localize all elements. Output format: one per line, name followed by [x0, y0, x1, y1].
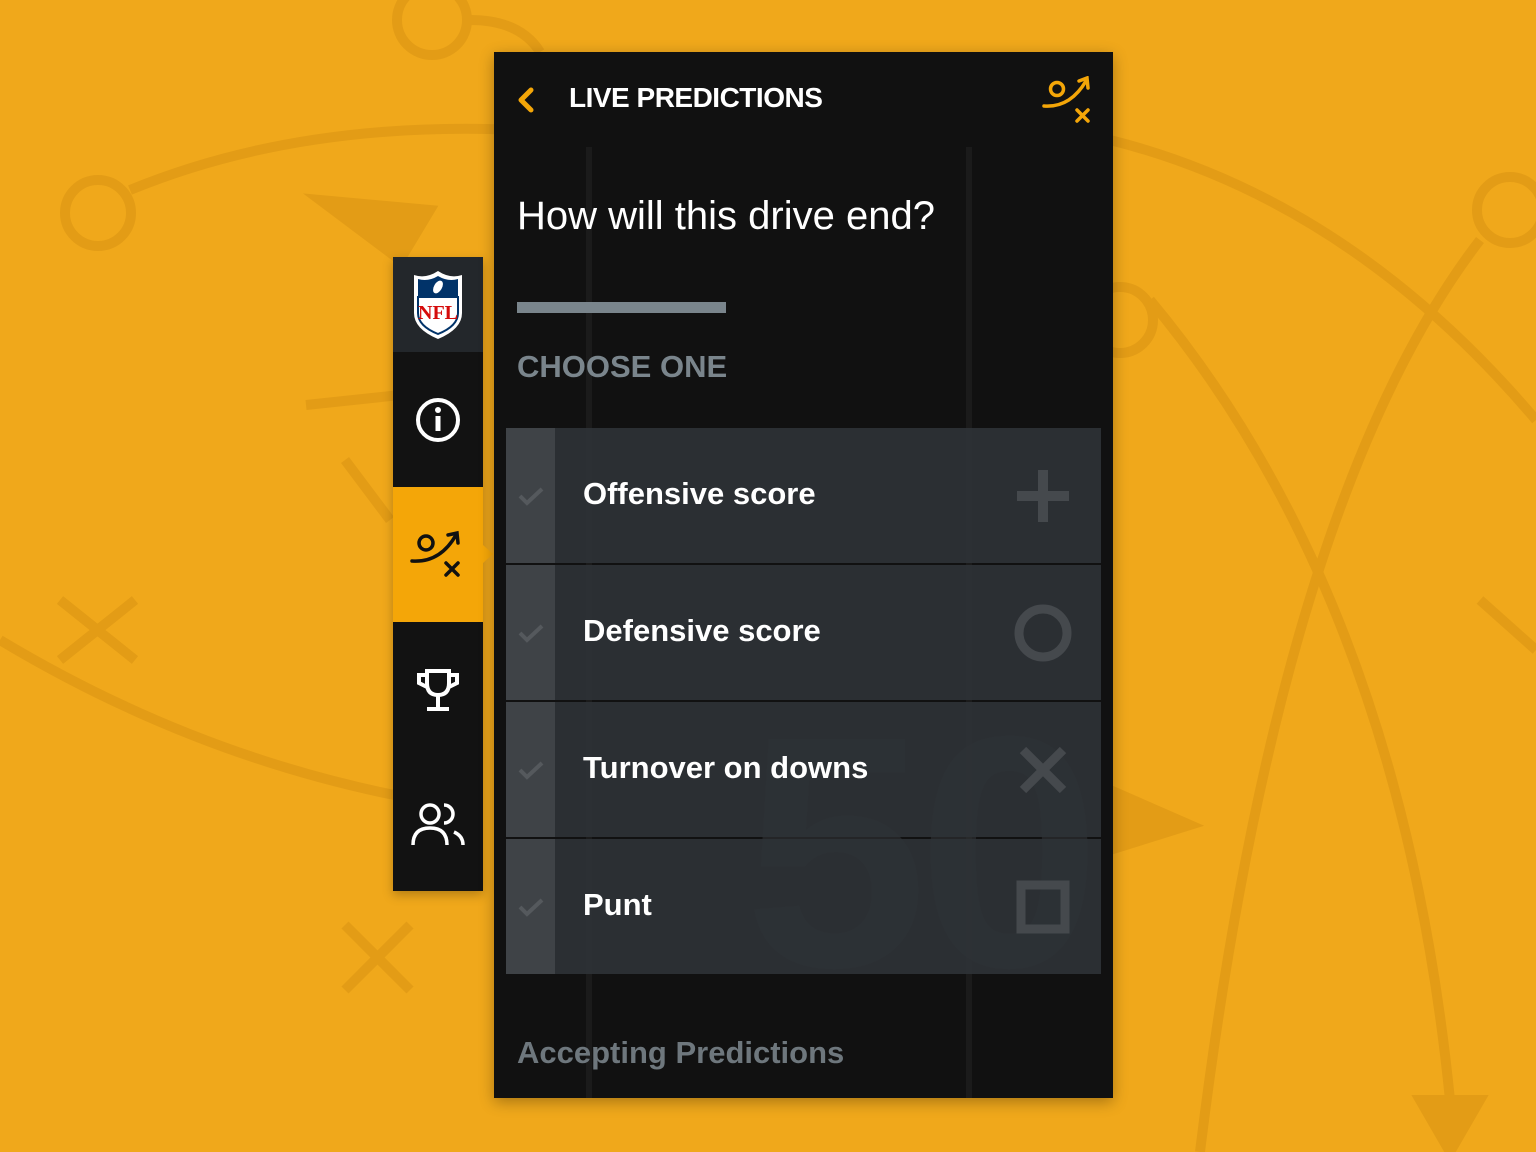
x-icon: [1019, 746, 1067, 794]
option-label: Offensive score: [583, 476, 816, 511]
progress-bar: [517, 302, 726, 313]
chevron-left-icon: [518, 87, 534, 113]
circle-icon: [1014, 604, 1072, 662]
live-predictions-panel: LIVE PREDICTIONS How will this drive end…: [494, 52, 1113, 1098]
sidebar-item-trophy[interactable]: [393, 622, 483, 757]
option-label: Defensive score: [583, 613, 821, 648]
active-indicator: [483, 545, 493, 563]
nfl-logo-text: NFL: [418, 302, 458, 324]
friends-icon: [411, 803, 465, 846]
trophy-icon: [417, 668, 459, 711]
playbook-button[interactable]: [1042, 75, 1096, 131]
nfl-logo: NFL: [414, 270, 462, 339]
playbook-icon: [1042, 75, 1090, 123]
choose-label: CHOOSE ONE: [517, 349, 728, 384]
option-turnover-on-downs[interactable]: Turnover on downs: [506, 702, 1101, 837]
square-icon: [1016, 880, 1070, 934]
check-icon: [518, 624, 543, 643]
question-text: How will this drive end?: [517, 194, 935, 238]
info-icon: [416, 397, 460, 442]
sidebar-item-friends[interactable]: [393, 757, 483, 891]
sidebar: NFL: [393, 257, 493, 891]
check-icon: [518, 761, 543, 780]
sidebar-item-info[interactable]: [393, 352, 483, 487]
check-icon: [518, 487, 543, 506]
plus-icon: [1017, 470, 1069, 522]
back-button[interactable]: [516, 86, 536, 119]
option-offensive-score[interactable]: Offensive score: [506, 428, 1101, 563]
option-label: Turnover on downs: [583, 750, 869, 785]
check-icon: [518, 898, 543, 917]
sidebar-item-nfl[interactable]: NFL: [393, 257, 483, 352]
status-text: Accepting Predictions: [517, 1035, 845, 1070]
option-label: Punt: [583, 887, 652, 922]
option-defensive-score[interactable]: Defensive score: [506, 565, 1101, 700]
sidebar-item-predictions[interactable]: [393, 487, 493, 622]
playbook-icon: [410, 530, 460, 577]
option-punt[interactable]: Punt: [506, 839, 1101, 974]
page-title: LIVE PREDICTIONS: [569, 82, 823, 113]
